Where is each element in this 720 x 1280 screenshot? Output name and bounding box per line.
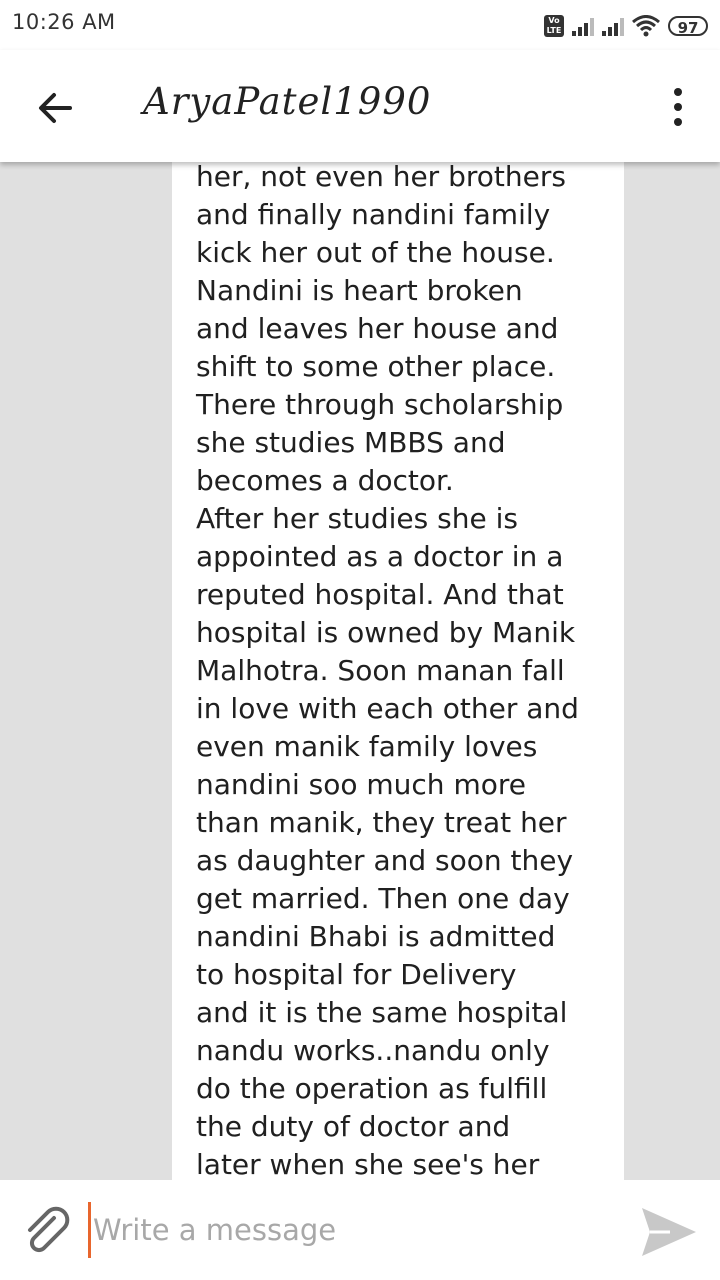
arrow-left-icon[interactable] [34, 86, 78, 130]
volte-label-bottom: LTE [546, 26, 562, 35]
battery-icon: 97 [668, 16, 708, 37]
wifi-icon [632, 15, 660, 37]
paperclip-icon[interactable] [20, 1204, 72, 1256]
volte-icon: Vo LTE [544, 15, 564, 37]
more-vertical-icon[interactable] [670, 86, 686, 130]
signal-icon [572, 16, 594, 36]
message-list[interactable]: her, not even her brothers and finally n… [0, 162, 720, 1180]
app-bar: AryaPatel1990 [0, 50, 720, 162]
send-icon[interactable] [640, 1206, 698, 1258]
message-bubble: her, not even her brothers and finally n… [172, 162, 624, 1180]
volte-label-top: Vo [548, 16, 560, 25]
status-bar: 10:26 AM Vo LTE 97 [0, 0, 720, 50]
message-input[interactable] [88, 1202, 615, 1258]
status-time: 10:26 AM [12, 10, 116, 34]
status-icons: Vo LTE 97 [544, 12, 708, 40]
signal-icon [602, 16, 624, 36]
message-composer [0, 1180, 720, 1280]
page-title: AryaPatel1990 [143, 80, 432, 123]
message-text: her, not even her brothers and finally n… [196, 162, 579, 1180]
